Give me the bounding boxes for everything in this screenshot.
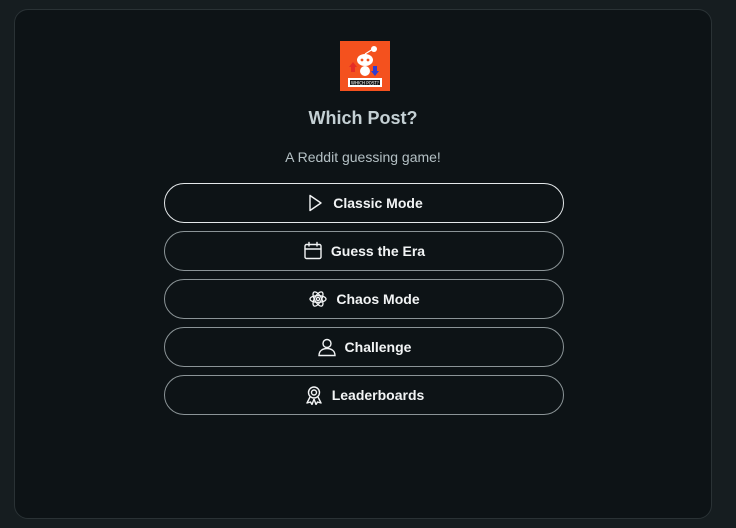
challenge-label: Challenge [344,339,412,355]
guess-the-era-button[interactable]: Guess the Era [164,231,564,271]
main-card: WHICH POST? Which Post? A Reddit guessin… [14,9,712,519]
logo-text: WHICH POST? [351,80,379,85]
which-post-logo: WHICH POST? [340,41,390,91]
chaos-mode-button[interactable]: Chaos Mode [164,279,564,319]
classic-mode-button[interactable]: Classic Mode [164,183,564,223]
guess-the-era-label: Guess the Era [330,243,426,259]
calendar-icon [303,241,323,261]
user-icon [317,337,337,357]
page-subtitle: A Reddit guessing game! [285,149,441,165]
chaos-mode-label: Chaos Mode [336,291,420,307]
award-icon [304,385,324,405]
leaderboards-label: Leaderboards [331,387,425,403]
challenge-button[interactable]: Challenge [164,327,564,367]
classic-mode-label: Classic Mode [333,195,423,211]
page-title: Which Post? [308,108,418,128]
snoo-logo-graphic: WHICH POST? [340,41,390,91]
atom-icon [308,289,328,309]
leaderboards-button[interactable]: Leaderboards [164,375,564,415]
play-icon [305,193,325,213]
mode-menu: Classic Mode Guess the Era Chaos Mode Ch… [164,183,564,423]
